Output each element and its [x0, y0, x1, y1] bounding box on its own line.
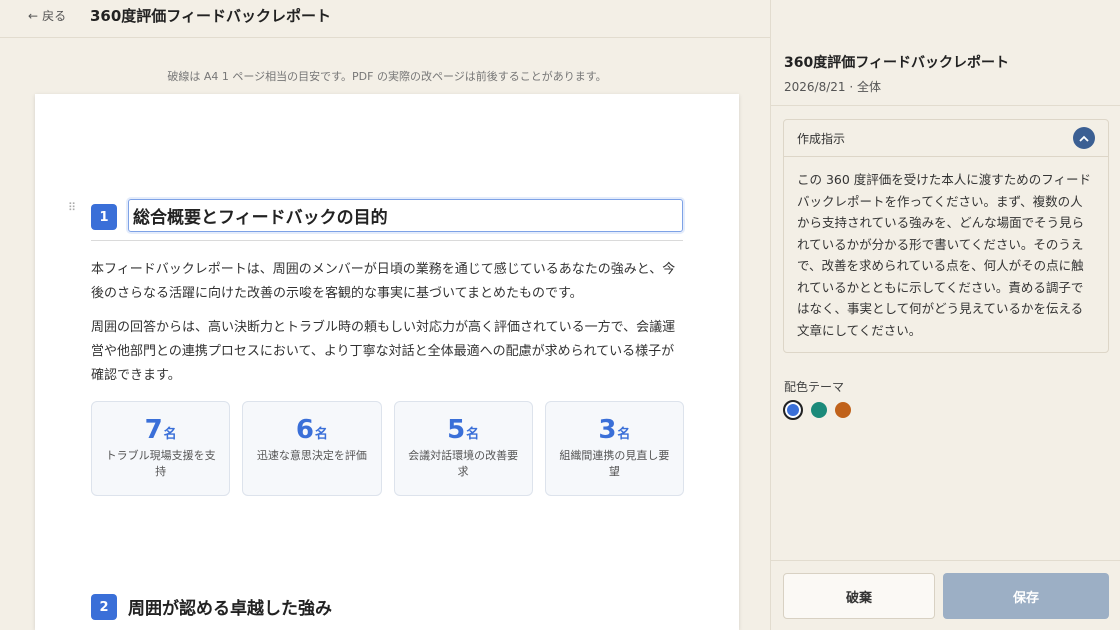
- theme-swatch[interactable]: [783, 400, 803, 420]
- section-paragraph[interactable]: 周囲の回答からは、高い決断力とトラブル時の頼もしい対応力が高く評価されている一方…: [91, 316, 683, 388]
- stat-unit: 名: [617, 427, 631, 442]
- theme-label: 配色テーマ: [784, 380, 845, 394]
- stat-unit: 名: [314, 427, 328, 442]
- instructions-text[interactable]: この 360 度評価を受けた本人に渡すためのフィードバックレポートを作ってくださ…: [784, 157, 1108, 353]
- section-title[interactable]: 周囲が認める卓越した強み: [128, 594, 332, 619]
- stat-label: トラブル現場支援を支持: [105, 449, 216, 478]
- section-number: 1: [91, 204, 117, 230]
- instructions-header[interactable]: 作成指示: [784, 120, 1108, 157]
- stat-unit: 名: [163, 427, 177, 442]
- back-label: 戻る: [42, 9, 67, 23]
- page-title: 360度評価フィードバックレポート: [90, 7, 332, 25]
- section-divider: [91, 240, 683, 241]
- stat-label: 迅速な意思決定を評価: [256, 449, 367, 462]
- theme-swatch[interactable]: [811, 402, 827, 418]
- drag-handle-icon[interactable]: ⠿: [68, 201, 76, 214]
- theme-swatches: [783, 400, 851, 420]
- stat-value: 5: [447, 415, 466, 445]
- section-paragraph[interactable]: 本フィードバックレポートは、周囲のメンバーが日頃の業務を通じて感じているあなたの…: [91, 258, 683, 306]
- section-title-input[interactable]: 総合概要とフィードバックの目的: [128, 199, 683, 232]
- document-page: ⠿ 1 総合概要とフィードバックの目的 本フィードバックレポートは、周囲のメンバ…: [35, 94, 739, 630]
- chevron-up-icon[interactable]: [1073, 127, 1095, 149]
- panel-footer: 破棄 保存: [771, 560, 1120, 630]
- stat-value: 7: [144, 415, 163, 445]
- stat-card: 6名 迅速な意思決定を評価: [242, 401, 382, 496]
- stat-unit: 名: [466, 427, 480, 442]
- stat-card: 5名 会議対話環境の改善要求: [393, 401, 533, 496]
- stat-card: 3名 組織間連携の見直し要望: [544, 401, 684, 496]
- panel-title: 360度評価フィードバックレポート: [784, 55, 1009, 71]
- stat-value: 6: [295, 415, 314, 445]
- back-button[interactable]: ← 戻る: [28, 7, 66, 24]
- stat-label: 組織間連携の見直し要望: [559, 449, 670, 478]
- section-number: 2: [91, 594, 117, 620]
- discard-button[interactable]: 破棄: [783, 573, 935, 619]
- theme-swatch[interactable]: [835, 402, 851, 418]
- settings-panel: 360度評価フィードバックレポート 2026/8/21 · 全体 作成指示 この…: [770, 0, 1120, 630]
- stat-card: 7名 トラブル現場支援を支持: [91, 401, 231, 496]
- instructions-label: 作成指示: [797, 131, 846, 146]
- panel-header: 360度評価フィードバックレポート 2026/8/21 · 全体: [771, 38, 1120, 106]
- stats-row: 7名 トラブル現場支援を支持 6名 迅速な意思決定を評価 5名 会議対話環境の改…: [91, 401, 684, 496]
- stat-label: 会議対話環境の改善要求: [408, 449, 519, 478]
- page-break-note: 破線は A4 1 ページ相当の目安です。PDF の実際の改ページは前後することが…: [167, 70, 607, 83]
- instructions-box: 作成指示 この 360 度評価を受けた本人に渡すためのフィードバックレポートを作…: [783, 119, 1109, 353]
- stat-value: 3: [598, 415, 617, 445]
- top-bar: ← 戻る 360度評価フィードバックレポート: [0, 0, 770, 38]
- arrow-left-icon: ←: [28, 8, 39, 23]
- save-button[interactable]: 保存: [943, 573, 1109, 619]
- panel-meta: 2026/8/21 · 全体: [784, 80, 881, 94]
